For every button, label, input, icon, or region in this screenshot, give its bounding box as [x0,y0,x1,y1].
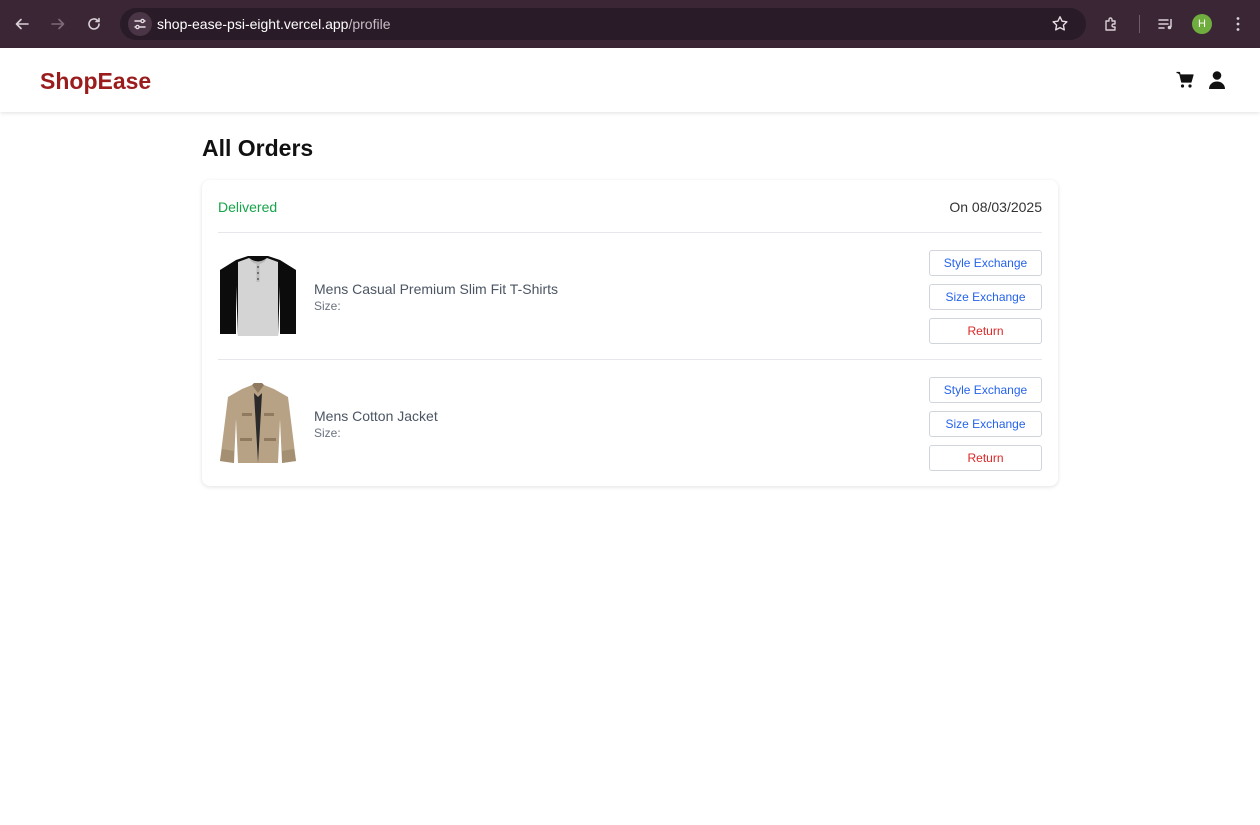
tshirt-thumbnail[interactable] [218,256,298,336]
jacket-thumbnail[interactable] [218,383,298,463]
page-title: All Orders [202,135,314,161]
site-settings-icon[interactable] [128,12,152,36]
bookmark-star-icon[interactable] [1050,14,1070,34]
return-button[interactable]: Return [929,445,1042,471]
order-item: Mens Casual Premium Slim Fit T-Shirts Si… [218,250,1042,350]
user-icon[interactable] [1208,70,1226,90]
media-controls-icon[interactable] [1156,14,1176,34]
item-name[interactable]: Mens Casual Premium Slim Fit T-Shirts [314,281,558,297]
order-item: Mens Cotton Jacket Size: Style Exchange … [218,377,1042,477]
divider [218,359,1042,360]
size-exchange-button[interactable]: Size Exchange [929,411,1042,437]
item-size-label: Size: [314,426,341,440]
order-card: Delivered On 08/03/2025 Mens Casual Prem… [202,180,1058,486]
toolbar-separator [1139,15,1140,33]
browser-toolbar: shop-ease-psi-eight.vercel.app/profile H [0,0,1260,48]
size-exchange-button[interactable]: Size Exchange [929,284,1042,310]
style-exchange-button[interactable]: Style Exchange [929,250,1042,276]
url-host: shop-ease-psi-eight.vercel.app [157,16,349,32]
site-header: ShopEase [0,48,1260,112]
return-button[interactable]: Return [929,318,1042,344]
cart-icon[interactable] [1175,70,1195,90]
profile-avatar[interactable]: H [1192,14,1212,34]
style-exchange-button[interactable]: Style Exchange [929,377,1042,403]
logo[interactable]: ShopEase [40,68,151,95]
extensions-icon[interactable] [1102,14,1122,34]
status-badge: Delivered [218,199,278,215]
item-name[interactable]: Mens Cotton Jacket [314,408,438,424]
back-arrow-icon[interactable] [10,12,34,36]
item-size-label: Size: [314,299,341,313]
more-menu-icon[interactable] [1228,14,1248,34]
url-text: shop-ease-psi-eight.vercel.app/profile [157,16,390,32]
order-date: On 08/03/2025 [949,199,1042,215]
url-path: /profile [348,16,391,32]
address-bar[interactable]: shop-ease-psi-eight.vercel.app/profile [120,8,1086,40]
divider [218,232,1042,233]
reload-icon[interactable] [82,12,106,36]
forward-arrow-icon[interactable] [46,12,70,36]
